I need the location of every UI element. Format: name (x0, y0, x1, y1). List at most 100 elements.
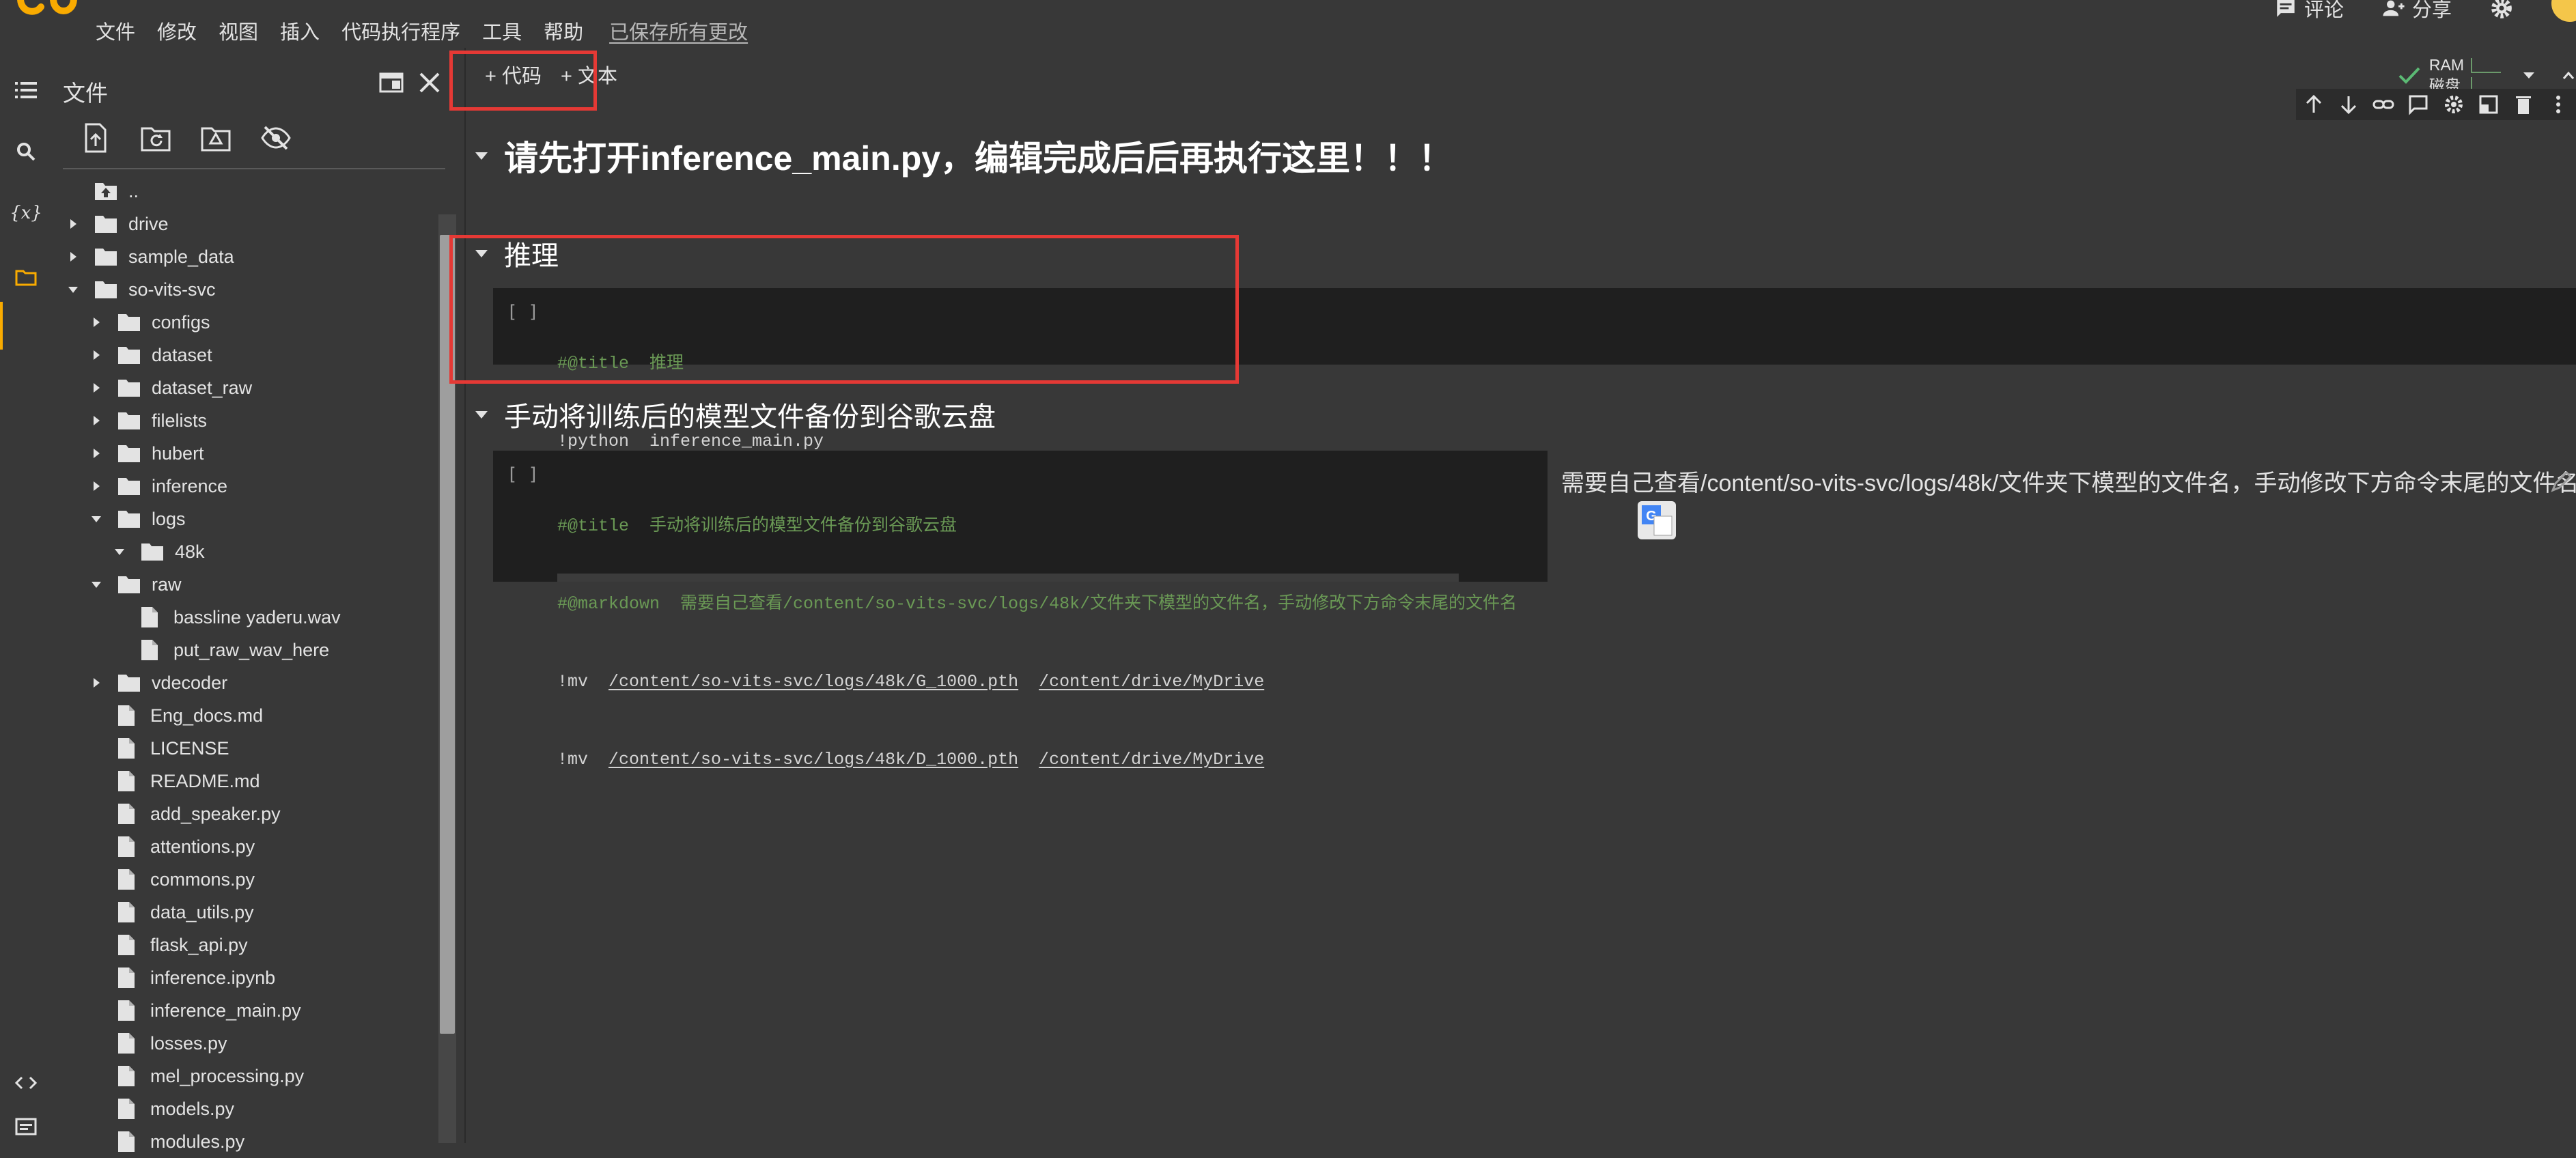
terminal-icon[interactable] (12, 1113, 40, 1140)
dropdown-arrow-icon[interactable] (2521, 68, 2536, 83)
search-icon[interactable] (12, 138, 40, 165)
section-heading-3[interactable]: 手动将训练后的模型文件备份到谷歌云盘 (473, 395, 996, 434)
file-row[interactable]: put_raw_wav_here (112, 634, 329, 666)
file-row[interactable]: commons.py (89, 863, 255, 896)
share-label: 分享 (2411, 0, 2452, 21)
avatar[interactable] (2551, 0, 2576, 22)
close-icon[interactable] (417, 70, 443, 96)
run-cell-button[interactable]: [ ] (507, 464, 539, 485)
settings-button[interactable] (2490, 0, 2513, 20)
file-row[interactable]: README.md (89, 765, 260, 797)
menu-runtime[interactable]: 代码执行程序 (341, 16, 460, 45)
folder-row[interactable]: filelists (89, 404, 207, 437)
file-row[interactable]: bassline yaderu.wav (112, 601, 341, 634)
path-link[interactable]: /content/drive/MyDrive (1039, 672, 1264, 692)
collapse-caret-icon[interactable] (66, 282, 81, 297)
menu-edit[interactable]: 修改 (157, 16, 197, 45)
collapse-caret-icon[interactable] (112, 544, 127, 559)
more-options-icon[interactable] (2547, 94, 2569, 115)
menu-tools[interactable]: 工具 (482, 16, 522, 45)
mount-drive-icon[interactable] (199, 122, 232, 154)
expand-caret-icon[interactable] (66, 216, 81, 231)
tree-item-label: LICENSE (150, 737, 229, 759)
comment-cell-icon[interactable] (2407, 94, 2429, 115)
folder-row[interactable]: inference (89, 470, 227, 503)
file-row[interactable]: models.py (89, 1092, 234, 1125)
table-of-contents-icon[interactable] (12, 76, 40, 104)
expand-caret-icon[interactable] (89, 315, 104, 330)
code-snippets-icon[interactable] (12, 1069, 40, 1097)
folder-row[interactable]: dataset_raw (89, 371, 252, 404)
folder-row[interactable]: drive (66, 208, 169, 240)
open-in-new-window-icon[interactable] (378, 70, 404, 96)
colab-logo-icon[interactable] (15, 0, 78, 25)
folder-icon[interactable] (12, 264, 40, 291)
file-row[interactable]: mel_processing.py (89, 1060, 304, 1092)
menu-insert[interactable]: 插入 (280, 16, 320, 45)
folder-row[interactable]: sample_data (66, 240, 234, 273)
menu-view[interactable]: 视图 (219, 16, 258, 45)
collapse-caret-icon[interactable] (89, 511, 104, 526)
folder-row[interactable]: vdecoder (89, 666, 227, 699)
collapse-caret-icon[interactable] (473, 147, 490, 165)
expand-caret-icon[interactable] (89, 413, 104, 428)
file-row[interactable]: add_speaker.py (89, 797, 281, 830)
hide-files-eye-icon[interactable] (260, 122, 292, 154)
folder-row[interactable]: hubert (89, 437, 204, 470)
expand-caret-icon[interactable] (89, 446, 104, 461)
collapse-caret-icon[interactable] (89, 577, 104, 592)
expand-caret-icon[interactable] (66, 249, 81, 264)
folder-row[interactable]: raw (89, 568, 182, 601)
folder-row[interactable]: dataset (89, 339, 212, 371)
folder-row[interactable]: logs (89, 503, 186, 535)
file-row[interactable]: Eng_docs.md (89, 699, 263, 732)
folder-row[interactable]: 48k (112, 535, 205, 568)
file-row[interactable]: data_utils.py (89, 896, 254, 929)
share-button[interactable]: 分享 (2382, 0, 2452, 23)
comment-button[interactable]: 评论 (2274, 0, 2344, 23)
file-row[interactable]: flask_api.py (89, 929, 248, 961)
expand-caret-icon[interactable] (89, 675, 104, 690)
parent-folder-icon (95, 183, 117, 200)
collapse-caret-icon[interactable] (473, 406, 490, 423)
file-row[interactable]: inference.ipynb (89, 961, 275, 994)
link-icon[interactable] (2372, 94, 2394, 115)
file-row[interactable]: losses.py (89, 1027, 227, 1060)
menu-help[interactable]: 帮助 (544, 16, 583, 45)
path-link[interactable]: /content/so-vits-svc/logs/48k/G_1000.pth (608, 672, 1018, 692)
delete-trash-icon[interactable] (2512, 94, 2534, 115)
code-horizontal-scrollbar[interactable] (557, 574, 1459, 582)
file-row[interactable]: modules.py (89, 1125, 244, 1158)
code-editor[interactable]: #@title 手动将训练后的模型文件备份到谷歌云盘 #@markdown 需要… (557, 462, 1541, 825)
edit-pencil-icon[interactable] (2550, 470, 2573, 493)
path-link[interactable]: /content/drive/MyDrive (1039, 750, 1264, 769)
mirror-cell-icon[interactable] (2478, 94, 2500, 115)
variables-icon[interactable]: {x} (10, 199, 42, 227)
upload-file-icon[interactable] (79, 122, 112, 154)
save-status-link[interactable]: 已保存所有更改 (609, 16, 748, 45)
file-row[interactable]: inference_main.py (89, 994, 301, 1027)
file-icon (118, 1066, 135, 1086)
cell-settings-gear-icon[interactable] (2443, 94, 2465, 115)
code-cell-backup[interactable]: [ ] #@title 手动将训练后的模型文件备份到谷歌云盘 #@markdow… (493, 451, 1548, 769)
refresh-folder-icon[interactable] (139, 122, 172, 154)
translate-button[interactable]: G (1638, 501, 1676, 539)
top-right-actions: 评论 分享 (2274, 0, 2576, 22)
expand-caret-icon[interactable] (89, 380, 104, 395)
move-down-arrow-icon[interactable] (2338, 94, 2360, 115)
folder-row[interactable]: so-vits-svc (66, 273, 216, 306)
section-heading-1[interactable]: 请先打开inference_main.py，编辑完成后后再执行这里！！！ (473, 131, 1453, 180)
menu-file[interactable]: 文件 (96, 16, 135, 45)
move-up-arrow-icon[interactable] (2303, 94, 2325, 115)
expand-caret-icon[interactable] (89, 348, 104, 363)
expand-caret-icon[interactable] (89, 479, 104, 494)
tree-item-label: inference_main.py (150, 1000, 301, 1021)
file-row[interactable]: LICENSE (89, 732, 229, 765)
path-link[interactable]: /content/so-vits-svc/logs/48k/D_1000.pth (608, 750, 1018, 769)
caret-spacer (89, 1003, 104, 1018)
folder-row[interactable]: configs (89, 306, 210, 339)
tree-item-label: drive (128, 213, 169, 234)
chevron-up-icon[interactable] (2561, 68, 2576, 83)
file-row[interactable]: .. (66, 175, 139, 208)
file-row[interactable]: attentions.py (89, 830, 255, 863)
